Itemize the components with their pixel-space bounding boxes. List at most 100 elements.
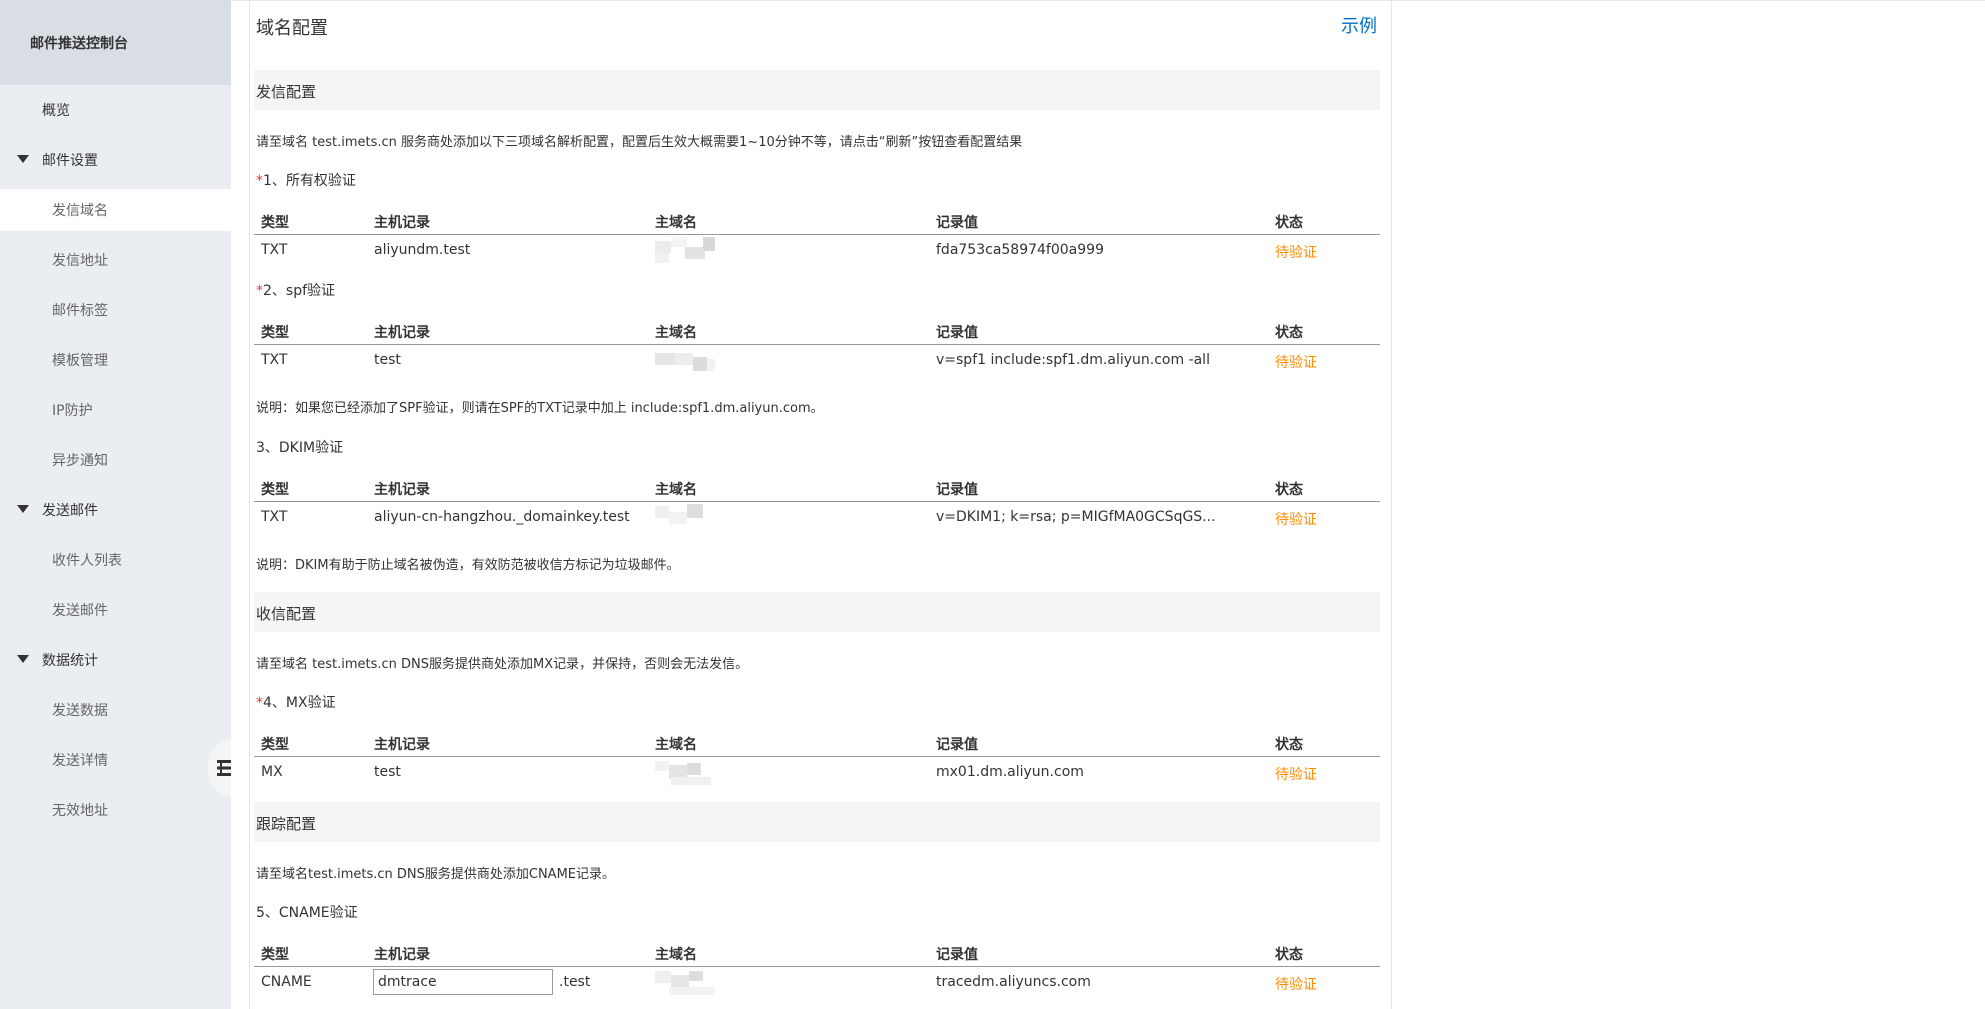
section-header-send: 发信配置: [254, 70, 1380, 110]
status-badge: 待验证: [1275, 977, 1317, 993]
record-value[interactable]: fda753ca58974f00a999: [936, 242, 1104, 258]
sidebar-item-send-details[interactable]: 发送详情: [0, 739, 283, 781]
step-cname: 5、CNAME验证: [256, 902, 358, 922]
col-status: 状态: [1275, 215, 1303, 231]
section-title: 跟踪配置: [256, 815, 317, 833]
sidebar-item-overview[interactable]: 概览: [0, 89, 273, 131]
col-host: 主机记录: [374, 215, 430, 231]
sidebar-item-sender-domain[interactable]: 发信域名: [0, 189, 283, 231]
col-value: 记录值: [936, 215, 978, 231]
table-header: 类型 主机记录 主域名 记录值 状态: [254, 314, 1380, 345]
section-header-receive: 收信配置: [254, 592, 1380, 632]
record-type: TXT: [261, 352, 288, 368]
required-star: *: [256, 283, 263, 299]
dkim-table: 类型 主机记录 主域名 记录值 状态 TXT aliyun-cn-hangzho…: [254, 471, 1380, 533]
sidebar-item-invalid-address[interactable]: 无效地址: [0, 789, 283, 831]
col-value: 记录值: [936, 737, 978, 753]
receive-instruction: 请至域名 test.imets.cn DNS服务提供商处添加MX记录，并保持，否…: [256, 657, 749, 672]
cname-table: 类型 主机记录 主域名 记录值 状态 CNAME .test tracedm.a…: [254, 936, 1380, 998]
caret-down-icon: [17, 655, 29, 663]
col-value: 记录值: [936, 482, 978, 498]
record-value[interactable]: tracedm.aliyuncs.com: [936, 974, 1091, 990]
table-header: 类型 主机记录 主域名 记录值 状态: [254, 726, 1380, 757]
sidebar-item-sender-address[interactable]: 发信地址: [0, 239, 283, 281]
col-host: 主机记录: [374, 947, 430, 963]
sidebar-group-label: 发送邮件: [42, 503, 98, 519]
step-label: 1、所有权验证: [263, 173, 356, 189]
record-type: TXT: [261, 509, 288, 525]
col-value: 记录值: [936, 325, 978, 341]
step-spf: *2、spf验证: [256, 280, 335, 300]
col-value: 记录值: [936, 947, 978, 963]
sidebar-item-send-mail[interactable]: 发送邮件: [0, 589, 283, 631]
host-record-input[interactable]: [373, 969, 553, 995]
table-header: 类型 主机记录 主域名 记录值 状态: [254, 471, 1380, 502]
step-dkim: 3、DKIM验证: [256, 437, 343, 457]
sidebar-item-ip-protection[interactable]: IP防护: [0, 389, 283, 431]
console-title: 邮件推送控制台: [0, 0, 231, 85]
status-badge: 待验证: [1275, 767, 1317, 783]
tracking-instruction: 请至域名test.imets.cn DNS服务提供商处添加CNAME记录。: [256, 867, 616, 882]
record-type: MX: [261, 764, 283, 780]
step-label: 5、CNAME验证: [256, 905, 358, 921]
col-type: 类型: [261, 215, 289, 231]
masked-domain: [655, 759, 715, 785]
col-type: 类型: [261, 947, 289, 963]
col-domain: 主域名: [655, 737, 697, 753]
col-status: 状态: [1275, 737, 1303, 753]
required-star: *: [256, 695, 263, 711]
col-status: 状态: [1275, 325, 1303, 341]
masked-domain: [655, 347, 715, 373]
col-domain: 主域名: [655, 947, 697, 963]
sidebar-group-label: 数据统计: [42, 653, 98, 669]
example-link[interactable]: 示例: [1341, 12, 1377, 38]
host-suffix: .test: [559, 974, 591, 990]
col-status: 状态: [1275, 482, 1303, 498]
record-value[interactable]: mx01.dm.aliyun.com: [936, 764, 1084, 780]
col-host: 主机记录: [374, 737, 430, 753]
step-ownership: *1、所有权验证: [256, 170, 356, 190]
step-label: 2、spf验证: [263, 283, 336, 299]
step-label: 3、DKIM验证: [256, 440, 344, 456]
record-value[interactable]: v=spf1 include:spf1.dm.aliyun.com -all: [936, 352, 1210, 368]
col-type: 类型: [261, 482, 289, 498]
sidebar-item-recipient-list[interactable]: 收件人列表: [0, 539, 283, 581]
sidebar-item-templates[interactable]: 模板管理: [0, 339, 283, 381]
page-title: 域名配置: [256, 18, 328, 39]
col-host: 主机记录: [374, 482, 430, 498]
mx-table: 类型 主机记录 主域名 记录值 状态 MX test mx01.dm.aliyu…: [254, 726, 1380, 788]
status-badge: 待验证: [1275, 355, 1317, 371]
col-type: 类型: [261, 737, 289, 753]
record-host[interactable]: test: [374, 764, 401, 780]
status-badge: 待验证: [1275, 245, 1317, 261]
sidebar-item-mail-tags[interactable]: 邮件标签: [0, 289, 283, 331]
top-divider: [231, 0, 1985, 1]
caret-down-icon: [17, 505, 29, 513]
sidebar-group-send-mail[interactable]: 发送邮件: [0, 489, 273, 531]
spf-note: 说明：如果您已经添加了SPF验证，则请在SPF的TXT记录中加上 include…: [256, 401, 824, 416]
sidebar: 邮件推送控制台 概览 邮件设置 发信域名 发信地址 邮件标签 模板管理 IP防护…: [0, 0, 283, 1009]
table-row: CNAME .test tracedm.aliyuncs.com 待验证: [254, 967, 1380, 998]
section-title: 收信配置: [256, 605, 317, 623]
record-host[interactable]: aliyun-cn-hangzhou._domainkey.test: [374, 509, 630, 525]
spf-table: 类型 主机记录 主域名 记录值 状态 TXT test v=spf1 inclu…: [254, 314, 1380, 376]
send-instruction: 请至域名 test.imets.cn 服务商处添加以下三项域名解析配置，配置后生…: [256, 135, 1023, 150]
sidebar-item-send-data[interactable]: 发送数据: [0, 689, 283, 731]
masked-domain: [655, 504, 715, 530]
step-mx: *4、MX验证: [256, 692, 336, 712]
record-host[interactable]: aliyundm.test: [374, 242, 470, 258]
table-row: MX test mx01.dm.aliyun.com 待验证: [254, 757, 1380, 788]
content-left-border: [249, 0, 250, 1009]
sidebar-group-mail-settings[interactable]: 邮件设置: [0, 139, 273, 181]
sidebar-group-statistics[interactable]: 数据统计: [0, 639, 273, 681]
col-domain: 主域名: [655, 215, 697, 231]
record-value[interactable]: v=DKIM1; k=rsa; p=MIGfMA0GCSqGS...: [936, 509, 1216, 525]
col-domain: 主域名: [655, 325, 697, 341]
step-label: 4、MX验证: [263, 695, 336, 711]
table-row: TXT aliyundm.test fda753ca58974f00a999 待…: [254, 235, 1380, 266]
masked-domain: [655, 969, 715, 995]
sidebar-item-async-notify[interactable]: 异步通知: [0, 439, 283, 481]
col-status: 状态: [1275, 947, 1303, 963]
table-row: TXT aliyun-cn-hangzhou._domainkey.test v…: [254, 502, 1380, 533]
record-host[interactable]: test: [374, 352, 401, 368]
